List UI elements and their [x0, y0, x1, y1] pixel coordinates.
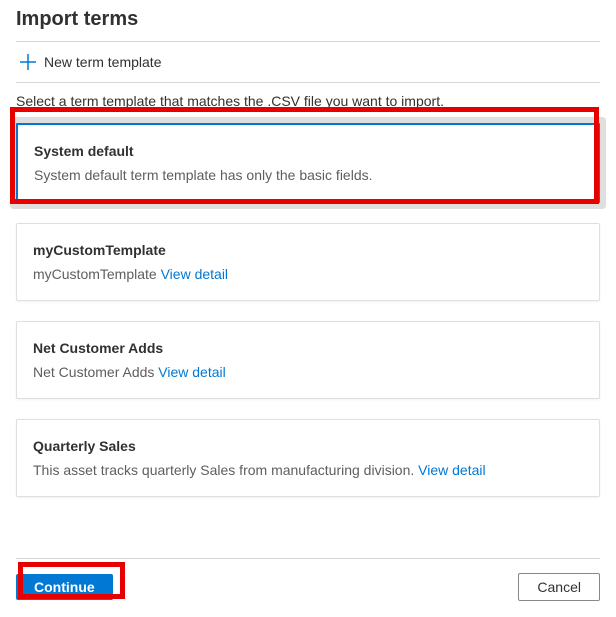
plus-icon[interactable] — [20, 54, 36, 70]
instruction-text: Select a term template that matches the … — [16, 93, 600, 109]
template-card[interactable]: System default System default term templa… — [16, 123, 600, 203]
view-detail-link[interactable]: View detail — [418, 462, 485, 478]
cancel-button[interactable]: Cancel — [518, 573, 600, 601]
divider — [16, 82, 600, 83]
continue-button[interactable]: Continue — [16, 574, 113, 600]
footer: Continue Cancel — [16, 558, 600, 601]
template-card[interactable]: Quarterly Sales This asset tracks quarter… — [16, 419, 600, 497]
new-term-template-button[interactable]: New term template — [44, 54, 161, 70]
template-title: myCustomTemplate — [33, 242, 583, 258]
view-detail-link[interactable]: View detail — [161, 266, 228, 282]
template-description: This asset tracks quarterly Sales from m… — [33, 462, 583, 478]
template-title: Net Customer Adds — [33, 340, 583, 356]
toolbar: New term template — [16, 42, 600, 82]
template-description-text: Net Customer Adds — [33, 364, 154, 380]
template-description: myCustomTemplate View detail — [33, 266, 583, 282]
template-description-text: System default term template has only th… — [34, 167, 373, 183]
page-title: Import terms — [16, 8, 600, 31]
template-list: System default System default term templa… — [16, 123, 600, 497]
view-detail-link[interactable]: View detail — [158, 364, 225, 380]
template-description-text: myCustomTemplate — [33, 266, 157, 282]
template-card[interactable]: Net Customer AddsNet Customer Adds View … — [16, 321, 600, 399]
template-description: Net Customer Adds View detail — [33, 364, 583, 380]
template-card[interactable]: myCustomTemplatemyCustomTemplate View de… — [16, 223, 600, 301]
template-description: System default term template has only th… — [34, 167, 582, 183]
template-title: Quarterly Sales — [33, 438, 583, 454]
template-title: System default — [34, 143, 582, 159]
template-description-text: This asset tracks quarterly Sales from m… — [33, 462, 414, 478]
